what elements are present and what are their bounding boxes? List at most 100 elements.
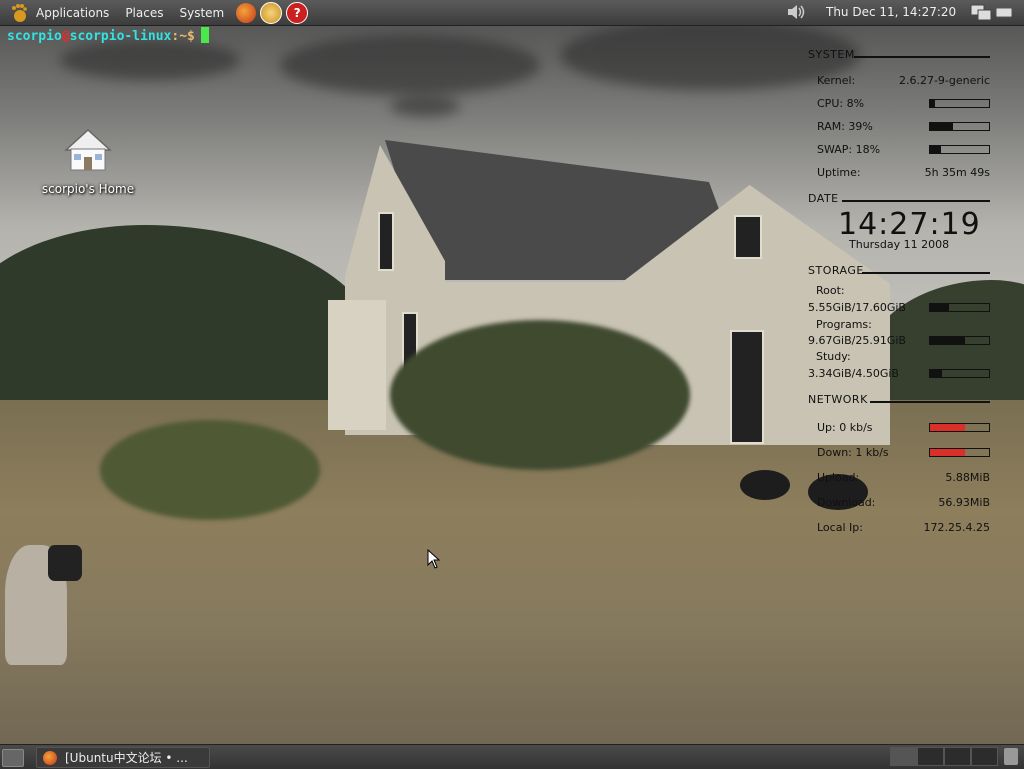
storage-study-label: Study: <box>816 350 851 363</box>
divider <box>870 401 990 403</box>
cpu-bar <box>929 99 990 108</box>
network-icon[interactable] <box>970 3 992 26</box>
kernel-row: Kernel: 2.6.27-9-generic <box>817 74 990 88</box>
network-heading: NETWORK <box>808 393 990 409</box>
storage-study-usage: 3.34GiB/4.50GiB <box>808 367 899 380</box>
desktop-wallpaper <box>0 0 1024 768</box>
prompt-path: :~$ <box>171 29 195 44</box>
date-heading: DATE <box>808 192 990 208</box>
storage-root-label: Root: <box>816 284 845 297</box>
divider <box>842 200 990 202</box>
bottom-panel: [Ubuntu中文论坛 • ... <box>0 744 1024 769</box>
download-label: Download: <box>817 496 876 509</box>
prompt-host: scorpio-linux <box>69 29 172 44</box>
house-window <box>734 215 762 259</box>
net-down-label: Down: 1 kb/s <box>817 446 889 459</box>
upload-value: 5.88MiB <box>945 471 990 484</box>
help-icon[interactable]: ? <box>286 1 309 24</box>
date-heading-text: DATE <box>808 192 839 205</box>
swap-bar <box>929 145 990 154</box>
cpu-row: CPU: 8% <box>817 97 990 111</box>
workspace-1[interactable] <box>890 747 917 766</box>
storage-name: Root: <box>816 284 990 298</box>
storage-programs-label: Programs: <box>816 318 872 331</box>
upload-row: Upload: 5.88MiB <box>817 471 990 485</box>
workspace-switcher[interactable] <box>890 747 998 766</box>
show-desktop-button[interactable] <box>2 749 24 767</box>
conky-clock: 14:27:19 <box>838 207 981 242</box>
storage-name: Study: <box>816 350 990 364</box>
house-porch <box>328 300 386 430</box>
workspace-3[interactable] <box>944 747 971 766</box>
storage-usage-row: 5.55GiB/17.60GiB <box>808 301 990 315</box>
firefox-icon <box>43 750 57 765</box>
download-row: Download: 56.93MiB <box>817 496 990 510</box>
house-door <box>730 330 764 444</box>
divider <box>862 272 990 274</box>
panel-clock[interactable]: Thu Dec 11, 14:27:20 <box>826 5 956 19</box>
storage-programs-bar <box>929 336 990 345</box>
home-folder-desktop-icon[interactable]: scorpio's Home <box>40 128 136 196</box>
net-down-row: Down: 1 kb/s <box>817 446 990 460</box>
storage-usage-row: 3.34GiB/4.50GiB <box>808 367 990 381</box>
ip-value: 172.25.4.25 <box>923 521 990 534</box>
firefox-icon[interactable] <box>236 2 257 23</box>
trash-icon[interactable] <box>1004 748 1018 765</box>
ram-row: RAM: 39% <box>817 120 990 134</box>
ip-row: Local Ip: 172.25.4.25 <box>817 521 990 535</box>
ram-label: RAM: 39% <box>817 120 873 133</box>
house-window <box>378 212 394 271</box>
network-heading-text: NETWORK <box>808 393 868 406</box>
storage-heading-text: STORAGE <box>808 264 864 277</box>
wallpaper-bush <box>100 420 320 520</box>
applications-menu[interactable]: Applications <box>28 6 117 20</box>
system-heading: SYSTEM <box>808 48 990 64</box>
storage-name: Programs: <box>816 318 990 332</box>
pidgin-icon[interactable] <box>260 1 283 24</box>
kernel-value: 2.6.27-9-generic <box>898 74 990 87</box>
ip-label: Local Ip: <box>817 521 863 534</box>
taskbar-window-title: [Ubuntu中文论坛 • ... <box>65 751 188 765</box>
swap-label: SWAP: 18% <box>817 143 881 156</box>
home-house-icon <box>64 128 112 176</box>
upload-label: Upload: <box>817 471 860 484</box>
terminal-prompt[interactable]: scorpio@scorpio-linux:~$ <box>7 27 209 44</box>
uptime-label: Uptime: <box>817 166 861 179</box>
system-menu[interactable]: System <box>171 6 232 20</box>
download-value: 56.93MiB <box>938 496 990 509</box>
top-panel: Applications Places System ? Thu Dec 11,… <box>0 0 1024 26</box>
keyboard-icon[interactable] <box>995 6 1013 21</box>
taskbar-window-button[interactable]: [Ubuntu中文论坛 • ... <box>36 747 210 768</box>
places-menu[interactable]: Places <box>117 6 171 20</box>
wallpaper-cloud <box>280 35 540 95</box>
storage-root-bar <box>929 303 990 312</box>
divider <box>854 56 990 58</box>
gnome-foot-icon[interactable] <box>10 3 28 23</box>
storage-usage-row: 9.67GiB/25.91GiB <box>808 334 990 348</box>
storage-heading: STORAGE <box>808 264 990 280</box>
wallpaper-cloud <box>390 95 460 117</box>
wallpaper-bush <box>390 320 690 470</box>
net-down-bar <box>929 448 990 457</box>
storage-root-usage: 5.55GiB/17.60GiB <box>808 301 906 314</box>
kernel-label: Kernel: <box>817 74 856 87</box>
wallpaper-cloud <box>60 40 240 80</box>
net-up-label: Up: 0 kb/s <box>817 421 873 434</box>
storage-programs-usage: 9.67GiB/25.91GiB <box>808 334 906 347</box>
terminal-cursor <box>200 27 209 43</box>
volume-icon[interactable] <box>786 3 808 24</box>
home-icon-label: scorpio's Home <box>41 182 135 196</box>
conky-date: Thursday 11 2008 <box>849 238 950 251</box>
net-up-row: Up: 0 kb/s <box>817 421 990 435</box>
wallpaper-camera <box>48 545 82 581</box>
workspace-4[interactable] <box>971 747 998 766</box>
uptime-row: Uptime: 5h 35m 49s <box>817 166 990 180</box>
system-heading-text: SYSTEM <box>808 48 855 61</box>
workspace-2[interactable] <box>917 747 944 766</box>
cpu-label: CPU: 8% <box>817 97 865 110</box>
mouse-pointer-icon <box>427 548 441 573</box>
prompt-at: @ <box>61 29 70 44</box>
prompt-user: scorpio <box>7 29 62 44</box>
net-up-bar <box>929 423 990 432</box>
uptime-value: 5h 35m 49s <box>924 166 990 179</box>
